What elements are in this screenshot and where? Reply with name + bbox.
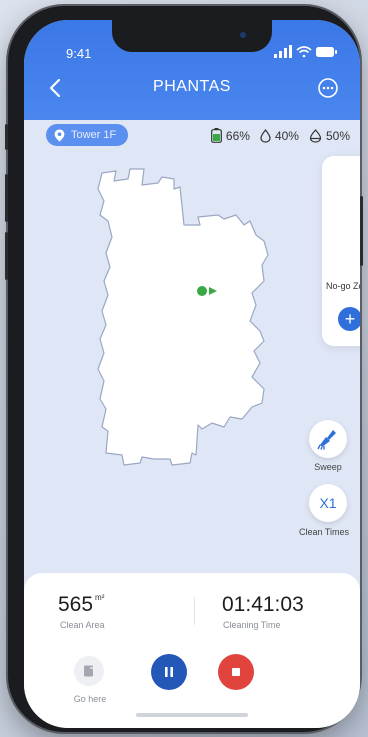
wifi-icon — [296, 46, 312, 58]
notch — [112, 20, 272, 52]
pause-button[interactable] — [151, 654, 187, 690]
go-here-button[interactable] — [74, 656, 104, 686]
mute-switch — [5, 124, 8, 150]
battery-stat: 66% — [211, 128, 250, 143]
info-row: Tower 1F 66% 40% 50% — [24, 120, 360, 150]
water-stat-1: 40% — [260, 129, 299, 143]
app-screen: 9:41 PHANTAS Tower 1F 66% 40% 50% No-go … — [24, 20, 360, 728]
metrics-divider — [194, 597, 195, 625]
location-pin-icon — [54, 129, 65, 141]
go-here-icon — [84, 665, 95, 677]
battery-level-icon — [211, 128, 222, 143]
clean-area-number: 565 — [58, 593, 94, 616]
stop-button[interactable] — [218, 654, 254, 690]
cleaning-time-label: Cleaning Time — [223, 620, 281, 630]
status-time: 9:41 — [66, 46, 92, 61]
no-go-zone-panel: No-go Zo + — [322, 156, 360, 346]
stop-icon — [232, 668, 240, 676]
power-button — [360, 196, 363, 266]
add-zone-button[interactable]: + — [338, 307, 360, 331]
floor-map-area — [97, 168, 269, 466]
clean-area-label: Clean Area — [60, 620, 105, 630]
sweep-broom-icon — [317, 430, 336, 450]
camera-dot — [240, 32, 246, 38]
location-selector[interactable]: Tower 1F — [46, 124, 129, 146]
battery-icon — [316, 47, 337, 57]
page-title: PHANTAS — [153, 78, 231, 95]
location-label: Tower 1F — [71, 129, 117, 141]
signal-icon — [274, 45, 292, 58]
phone-frame: 9:41 PHANTAS Tower 1F 66% 40% 50% No-go … — [5, 6, 363, 732]
sweep-button[interactable] — [309, 420, 347, 458]
cleaning-summary-card: 565 m² Clean Area 01:41:03 Cleaning Time … — [24, 573, 360, 728]
water-value-1: 40% — [274, 128, 299, 143]
water-value-2: 50% — [325, 128, 350, 143]
status-icons — [274, 45, 337, 58]
clean-area-value: 565 m² — [58, 593, 104, 617]
home-indicator[interactable] — [136, 713, 248, 717]
sweep-label: Sweep — [314, 462, 342, 472]
volume-down-button — [5, 232, 8, 280]
floor-map[interactable] — [24, 155, 360, 575]
water-drop-icon — [260, 128, 271, 143]
cleaning-time-value: 01:41:03 — [222, 593, 304, 616]
clean-times-button[interactable]: X1 — [309, 484, 347, 522]
device-stats: 66% 40% 50% — [211, 128, 350, 143]
volume-up-button — [5, 174, 8, 222]
clean-area-unit: m² — [95, 593, 105, 602]
more-options-icon[interactable] — [316, 76, 340, 100]
water-stat-2: 50% — [309, 129, 350, 143]
no-go-zone-label: No-go Zo — [326, 281, 360, 291]
pause-icon — [165, 667, 173, 677]
mop-water-icon — [309, 128, 322, 143]
clean-times-value: X1 — [319, 495, 337, 511]
go-here-label: Go here — [73, 694, 107, 704]
clean-times-label: Clean Times — [298, 527, 350, 537]
battery-value: 66% — [225, 128, 250, 143]
